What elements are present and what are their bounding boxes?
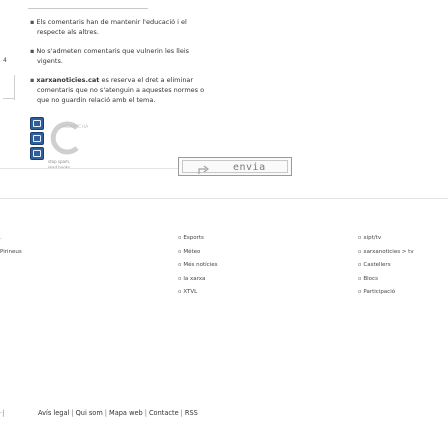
footer-link-mes-noticies[interactable]: o Més notícies [178,259,217,273]
bullet-icon: ▪ [30,18,35,26]
legal-separator: ·| [0,409,5,417]
footer-link-xipt-tv[interactable]: o xipt/tv [358,232,414,246]
legal-links: Avís legal | Qui som | Mapa web | Contacte | RSS [38,409,198,417]
divider [0,198,448,199]
bullet-icon: ▪ [30,47,35,55]
rule-3-line-2: comentaris que no s'atenguin a aquestes … [37,86,205,94]
top-divider [28,8,148,9]
send-button-label: envia [233,162,266,173]
footer-link-esports[interactable]: o Esports [178,232,217,246]
footer-link[interactable]: . [0,232,22,246]
contacte-link[interactable]: Contacte [149,409,179,417]
comment-rule-2: ▪ No s'admeten comentaris que vulnerin le… [30,46,410,66]
rule-1-line-2: respecte als altres. [37,28,99,36]
footer-link-castellers[interactable]: o Castellers [358,259,414,273]
footer-column-left: . Pirineus [0,232,22,259]
comment-rule-3: ▪ xarxanoticies.cat es reserva el dret a … [30,75,410,105]
rule-2-line-2: vigents. [37,57,63,65]
rule-1-line-1: Els comentaris han de mantenir l'educaci… [36,18,187,26]
recaptcha-logo-icon [50,121,79,155]
captcha-audio-button[interactable] [30,132,44,145]
rule-3-line-1: es reserva el dret a eliminar [99,76,194,84]
footer-link-meteo[interactable]: o Méteo [178,246,217,260]
help-icon [33,150,41,157]
captcha-refresh-button[interactable] [30,117,44,130]
recaptcha-brand: reCAPTCHA [61,125,89,130]
footer-link-xtvl[interactable]: o XTVL [178,286,217,300]
send-arrow-icon [198,165,209,174]
captcha-help-button[interactable] [30,147,44,160]
audio-icon [33,135,41,142]
send-button[interactable]: envia [178,157,292,176]
footer-link-la-xarxa[interactable]: o la xarxa [178,273,217,287]
comment-rule-1: ▪ Els comentaris han de mantenir l'educac… [30,17,410,37]
footer-column-right: o xipt/tv o xarxanoticies > tv o Castellers… [358,232,414,300]
avis-legal-link[interactable]: Avís legal [38,409,69,417]
side-divider [14,75,15,100]
divider [0,168,178,169]
mapa-web-link[interactable]: Mapa web [109,409,143,417]
footer-link-participacio[interactable]: o Participació [358,286,414,300]
side-tick [3,98,14,99]
refresh-icon [33,120,41,127]
footer-column-middle: o Esports o Méteo o Més notícies o la xarxa … [178,232,217,300]
footer-link-blocs[interactable]: o Blocs [358,273,414,287]
send-button-frame: envia [182,160,288,174]
rss-link[interactable]: RSS [185,409,198,417]
side-digit: 4 [3,57,7,64]
rule-3-site-name: xarxanoticies.cat [36,76,100,84]
rule-2-line-1: No s'admeten comentaris que vulnerin les… [36,47,190,55]
bullet-icon: ▪ [30,76,35,84]
footer-link-xarxanoticies-tv[interactable]: o xarxanoticies > tv [358,246,414,260]
stop-spam-text: stop spam. read books. [48,159,71,171]
qui-som-link[interactable]: Qui som [76,409,103,417]
footer-link-pirineus[interactable]: Pirineus [0,246,22,260]
captcha-toolbar [30,117,44,162]
rule-3-line-3: que no guardin relació amb el tema. [37,96,156,104]
